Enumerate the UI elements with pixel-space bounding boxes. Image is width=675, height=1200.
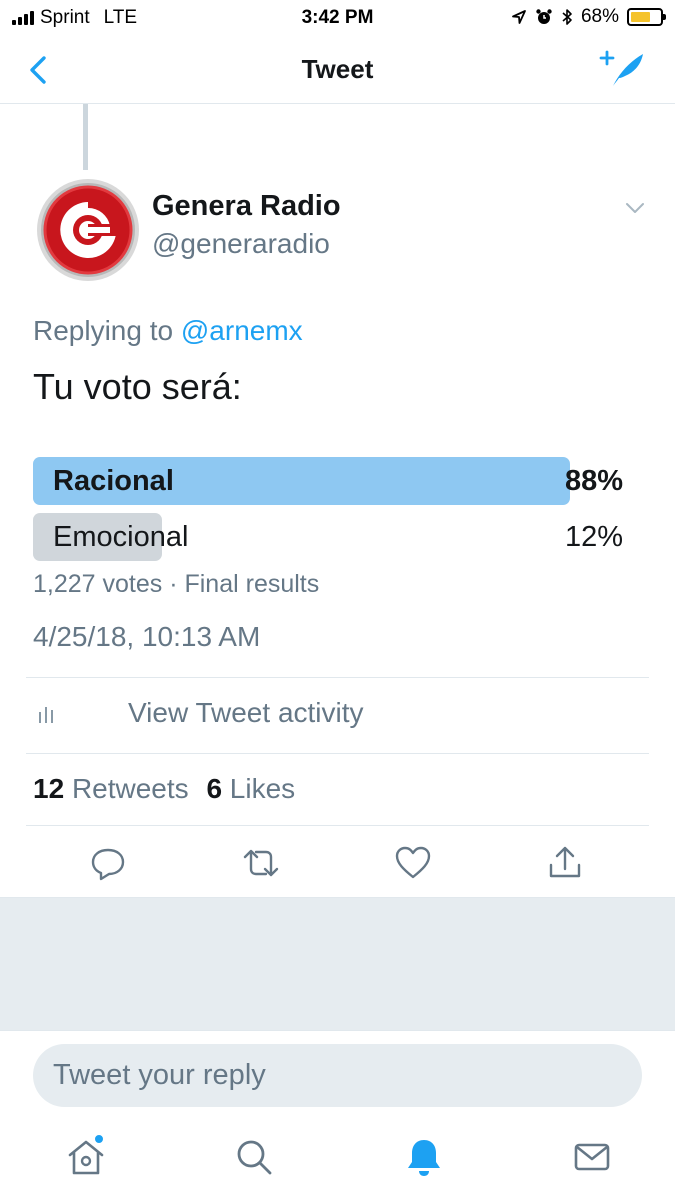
poll-separator: · (162, 570, 185, 598)
tab-bar (0, 1121, 675, 1200)
likes-count: 6 (206, 773, 223, 804)
share-icon (549, 846, 581, 878)
reply-bar (0, 1031, 675, 1121)
reply-mention-link[interactable]: @arnemx (181, 315, 303, 346)
avatar[interactable] (36, 178, 140, 282)
retweets-stat[interactable]: 12 Retweets (33, 773, 189, 804)
tweet-text: Tu voto será: (33, 366, 242, 407)
bar-chart-icon (39, 707, 53, 723)
messages-icon (574, 1143, 610, 1171)
alarm-icon (536, 9, 552, 24)
home-notification-dot (94, 1134, 104, 1144)
tweet-timestamp: 4/25/18, 10:13 AM (33, 621, 261, 652)
poll-option: Emocional 12% (33, 513, 625, 561)
thread-connector (83, 104, 88, 170)
author-display-name[interactable]: Genera Radio (152, 190, 341, 223)
view-tweet-activity-button[interactable]: View Tweet activity (26, 677, 649, 753)
notifications-icon (408, 1140, 440, 1176)
reply-button[interactable] (88, 843, 128, 883)
poll-meta: 1,227 votes · Final results (33, 570, 319, 599)
reply-input[interactable] (33, 1044, 642, 1107)
replying-to: Replying to @arnemx (33, 315, 303, 347)
nav-bar: Tweet (0, 36, 675, 104)
poll-status: Final results (184, 570, 320, 598)
reply-icon (91, 848, 125, 881)
bluetooth-icon (562, 9, 572, 25)
poll-option: Racional 88% (33, 457, 625, 505)
status-bar: Sprint LTE 3:42 PM 68% (0, 0, 675, 36)
poll-option-label: Emocional (53, 521, 189, 553)
chevron-down-icon[interactable] (624, 200, 646, 216)
retweets-count: 12 (33, 773, 65, 804)
battery-percent: 68% (580, 6, 619, 27)
tab-search[interactable] (232, 1135, 276, 1179)
empty-replies-area (0, 897, 675, 1031)
page-title: Tweet (301, 54, 374, 84)
location-arrow-icon (512, 10, 526, 24)
tab-notifications[interactable] (402, 1135, 446, 1179)
search-icon (237, 1140, 272, 1175)
compose-button[interactable] (599, 48, 647, 90)
battery-fill (631, 12, 651, 22)
poll-option-label: Racional (53, 465, 174, 497)
divider (26, 825, 649, 826)
like-icon (395, 846, 431, 879)
divider (26, 753, 649, 754)
poll-votes: 1,227 votes (33, 570, 163, 598)
author-handle[interactable]: @generaradio (152, 228, 330, 260)
retweet-icon (243, 849, 279, 877)
status-right: 68% (511, 6, 666, 28)
compose-feather-icon (599, 50, 643, 86)
engagement-stats: 12 Retweets 6 Likes (33, 773, 295, 805)
poll-option-percent: 88% (564, 465, 623, 497)
retweets-label: Retweets (71, 773, 189, 804)
activity-label: View Tweet activity (128, 697, 364, 728)
battery-icon (627, 8, 666, 26)
likes-stat[interactable]: 6 Likes (206, 773, 295, 804)
like-button[interactable] (393, 843, 433, 883)
poll-option-percent: 12% (564, 521, 623, 553)
share-button[interactable] (545, 843, 585, 883)
retweet-button[interactable] (241, 843, 281, 883)
likes-label: Likes (229, 773, 296, 804)
replying-prefix: Replying to (33, 315, 174, 346)
tab-messages[interactable] (570, 1135, 614, 1179)
